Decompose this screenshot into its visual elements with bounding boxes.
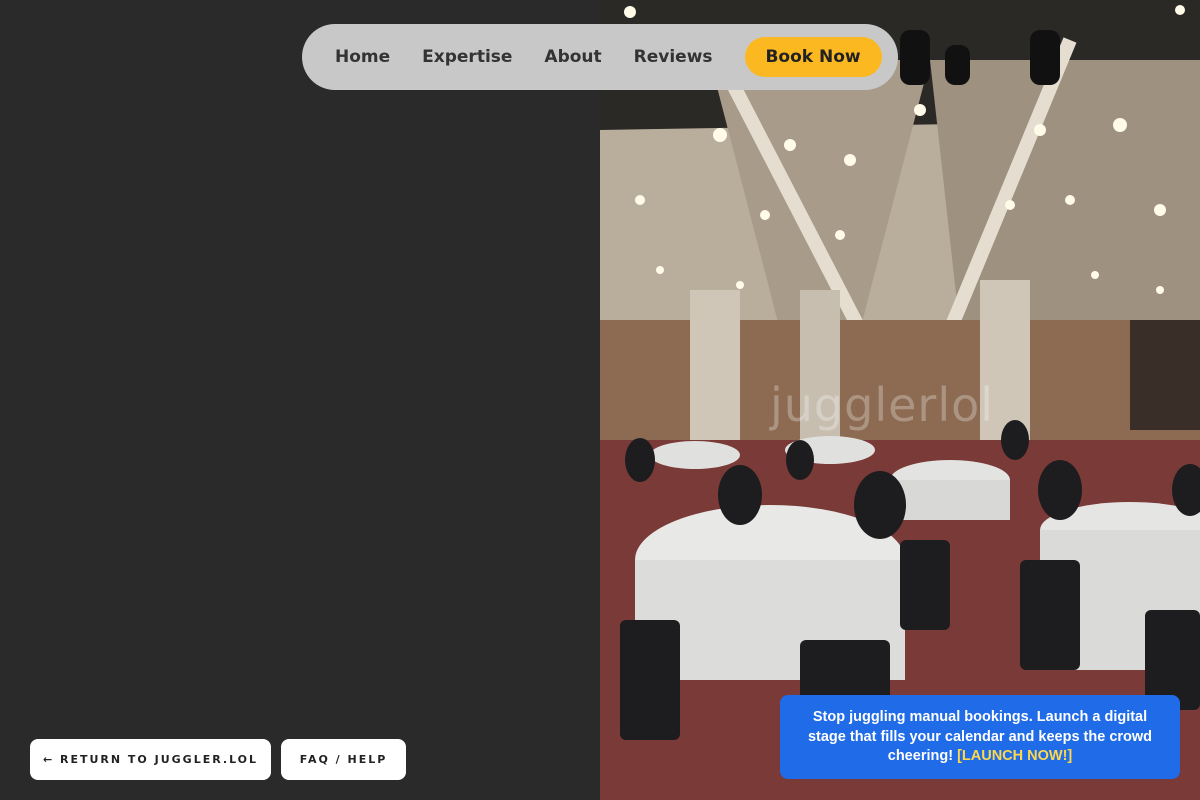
promo-banner: Stop juggling manual bookings. Launch a … bbox=[780, 695, 1180, 779]
nav-link-home[interactable]: Home bbox=[335, 47, 390, 67]
faq-help-button[interactable]: FAQ / HELP bbox=[281, 739, 406, 780]
top-navbar: Home Expertise About Reviews Book Now bbox=[302, 24, 898, 90]
launch-now-link[interactable]: [LAUNCH NOW!] bbox=[957, 748, 1072, 764]
nav-link-about[interactable]: About bbox=[544, 47, 601, 67]
photo-watermark: jugglerlol bbox=[770, 378, 995, 432]
nav-link-reviews[interactable]: Reviews bbox=[634, 47, 713, 67]
return-to-site-button[interactable]: ← RETURN TO JUGGLER.LOL bbox=[30, 739, 271, 780]
book-now-button[interactable]: Book Now bbox=[744, 37, 882, 77]
nav-link-expertise[interactable]: Expertise bbox=[422, 47, 512, 67]
left-dark-panel bbox=[0, 0, 600, 800]
